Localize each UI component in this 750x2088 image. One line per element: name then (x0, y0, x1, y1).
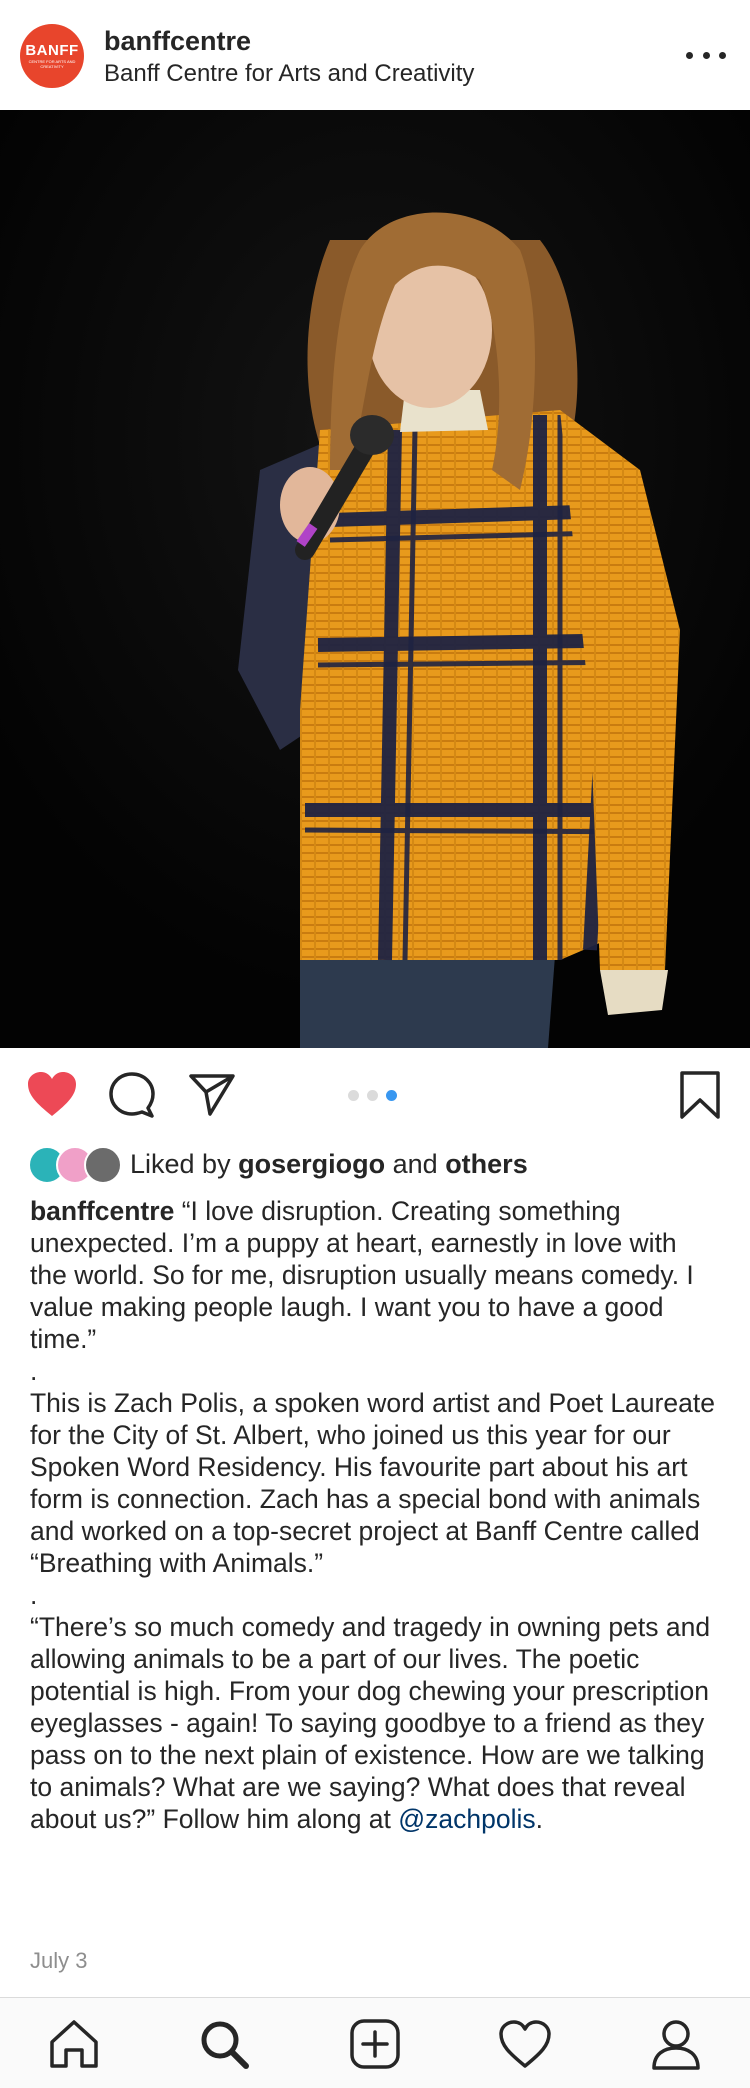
profile-avatar[interactable]: BANFF CENTRE FOR ARTS AND CREATIVITY (20, 24, 84, 88)
avatar-logo-text: BANFF (25, 42, 79, 60)
caption-paragraph: banffcentre “I love disruption. Creating… (30, 1195, 720, 1355)
caption-username[interactable]: banffcentre (30, 1196, 174, 1226)
post-location[interactable]: Banff Centre for Arts and Creativity (104, 60, 474, 88)
caption-paragraph: This is Zach Polis, a spoken word artist… (30, 1388, 715, 1578)
post-username[interactable]: banffcentre (104, 26, 251, 57)
caption-quote: “There’s so much comedy and tragedy in o… (30, 1612, 711, 1834)
more-options-icon[interactable] (686, 40, 726, 70)
likes-others[interactable]: others (445, 1149, 528, 1179)
new-post-icon[interactable] (347, 2016, 403, 2072)
post-caption: banffcentre “I love disruption. Creating… (30, 1195, 720, 1835)
comment-icon[interactable] (108, 1070, 156, 1118)
profile-icon[interactable] (648, 2016, 704, 2072)
caption-separator: . (30, 1580, 38, 1610)
carousel-dot (367, 1090, 378, 1101)
performer-illustration (0, 110, 750, 1048)
liker-avatar (84, 1146, 122, 1184)
activity-heart-icon[interactable] (497, 2016, 553, 2072)
post-photo[interactable] (0, 110, 750, 1048)
liker-avatars (28, 1144, 122, 1184)
caption-end: . (535, 1804, 544, 1834)
caption-paragraph: “There’s so much comedy and tragedy in o… (30, 1611, 720, 1835)
likes-row[interactable]: Liked by gosergiogo and others (28, 1143, 528, 1185)
liker-username[interactable]: gosergiogo (238, 1149, 385, 1179)
likes-prefix: Liked by (130, 1148, 231, 1179)
carousel-dot-active (386, 1090, 397, 1101)
caption-separator: . (30, 1356, 38, 1386)
likes-conjunction: and (392, 1148, 438, 1179)
avatar-logo-subtext: CENTRE FOR ARTS AND CREATIVITY (28, 59, 76, 69)
home-icon[interactable] (46, 2016, 102, 2072)
post-header: BANFF CENTRE FOR ARTS AND CREATIVITY ban… (0, 0, 750, 111)
likes-text: Liked by gosergiogo and others (130, 1149, 528, 1180)
send-icon[interactable] (188, 1072, 236, 1118)
bottom-tab-bar (0, 1997, 750, 2088)
carousel-dot (348, 1090, 359, 1101)
search-icon[interactable] (196, 2016, 252, 2072)
heart-filled-icon[interactable] (26, 1070, 78, 1118)
bookmark-icon[interactable] (678, 1070, 722, 1120)
post-date: July 3 (30, 1948, 88, 1973)
caption-mention-link[interactable]: @zachpolis (398, 1804, 535, 1834)
carousel-indicator (348, 1090, 397, 1101)
